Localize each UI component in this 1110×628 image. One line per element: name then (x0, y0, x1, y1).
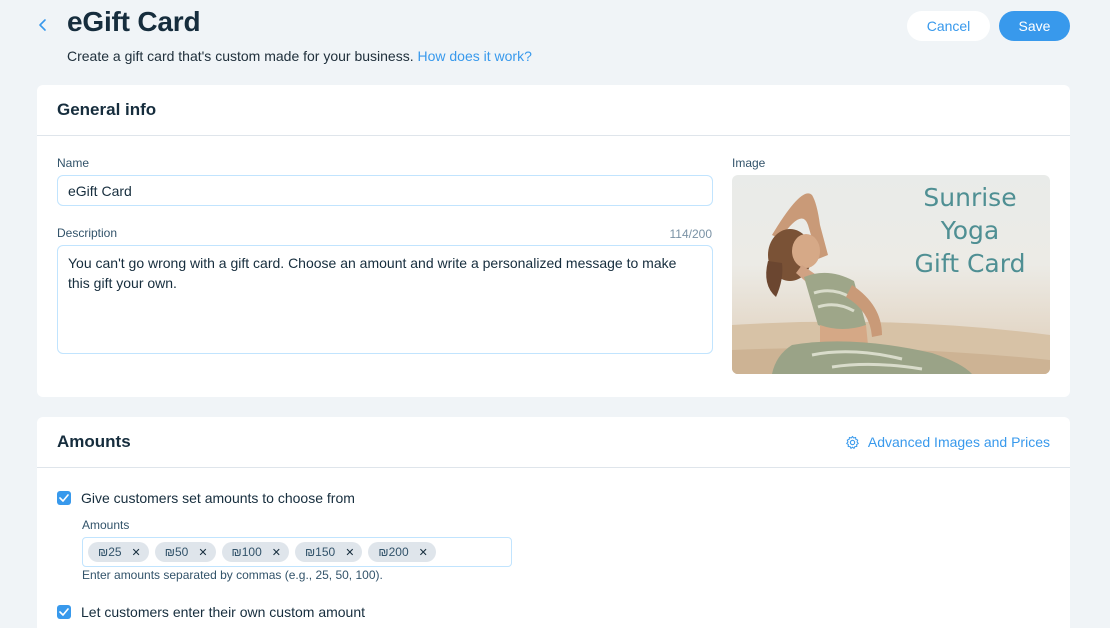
custom-amount-checkbox[interactable] (57, 605, 71, 619)
image-caption-line-3: Gift Card (914, 249, 1026, 278)
name-input[interactable]: eGift Card (57, 175, 713, 206)
amounts-header: Amounts Advanced Images and Prices (37, 417, 1070, 468)
set-amounts-label: Give customers set amounts to choose fro… (81, 490, 355, 506)
image-caption-line-1: Sunrise (923, 183, 1017, 212)
check-icon (59, 608, 69, 616)
amount-tag-label: ₪25 (98, 545, 122, 559)
gift-card-image[interactable]: Sunrise Yoga Gift Card (732, 175, 1050, 374)
amount-tag: ₪150 ✕ (294, 542, 363, 562)
amount-tag-label: ₪200 (378, 545, 409, 559)
set-amounts-checkbox[interactable] (57, 491, 71, 505)
amount-tag: ₪50 ✕ (154, 542, 216, 562)
description-label: Description (57, 226, 118, 240)
amounts-card: Amounts Advanced Images and Prices Give … (37, 417, 1070, 628)
description-textarea[interactable]: You can't go wrong with a gift card. Cho… (57, 245, 713, 354)
general-info-card: General info Name eGift Card Description… (37, 85, 1070, 397)
amount-tag-label: ₪150 (304, 545, 336, 559)
check-icon (59, 494, 69, 502)
general-info-title: General info (57, 100, 157, 119)
close-icon[interactable]: ✕ (345, 546, 354, 559)
amounts-title: Amounts (57, 432, 131, 451)
gear-icon (846, 435, 859, 449)
amount-tag: ₪200 ✕ (368, 542, 436, 562)
close-icon[interactable]: ✕ (419, 546, 428, 559)
set-amounts-option: Give customers set amounts to choose fro… (57, 490, 355, 506)
amounts-helper-text: Enter amounts separated by commas (e.g.,… (82, 568, 383, 582)
page-title: eGift Card (67, 6, 201, 37)
amount-tag-label: ₪100 (231, 545, 262, 559)
amount-tag: ₪100 ✕ (221, 542, 289, 562)
save-button[interactable]: Save (999, 11, 1070, 41)
page-subtitle: Create a gift card that's custom made fo… (67, 48, 532, 64)
amount-tag-label: ₪50 (164, 545, 189, 559)
back-button[interactable] (32, 14, 54, 36)
how-it-works-link[interactable]: How does it work? (418, 48, 532, 64)
close-icon[interactable]: ✕ (272, 546, 281, 559)
advanced-images-prices-link[interactable]: Advanced Images and Prices (845, 434, 1050, 450)
description-counter: 114/200 (669, 227, 713, 241)
subtitle-text: Create a gift card that's custom made fo… (67, 48, 414, 64)
amount-tag: ₪25 ✕ (88, 542, 149, 562)
general-info-header: General info (37, 85, 1070, 136)
chevron-left-icon (39, 19, 46, 31)
advanced-link-label: Advanced Images and Prices (867, 434, 1050, 450)
image-caption: Sunrise Yoga Gift Card (900, 181, 1040, 280)
amounts-tags-input[interactable]: ₪25 ✕ ₪50 ✕ ₪100 ✕ ₪150 ✕ ₪200 ✕ (82, 537, 512, 567)
image-label: Image (732, 156, 766, 170)
close-icon[interactable]: ✕ (132, 546, 141, 559)
image-caption-line-2: Yoga (940, 216, 1000, 245)
custom-amount-label: Let customers enter their own custom amo… (81, 604, 366, 620)
name-label: Name (57, 156, 90, 170)
close-icon[interactable]: ✕ (198, 546, 207, 559)
cancel-button[interactable]: Cancel (907, 11, 990, 41)
custom-amount-option: Let customers enter their own custom amo… (57, 604, 365, 620)
amounts-label: Amounts (82, 518, 130, 532)
